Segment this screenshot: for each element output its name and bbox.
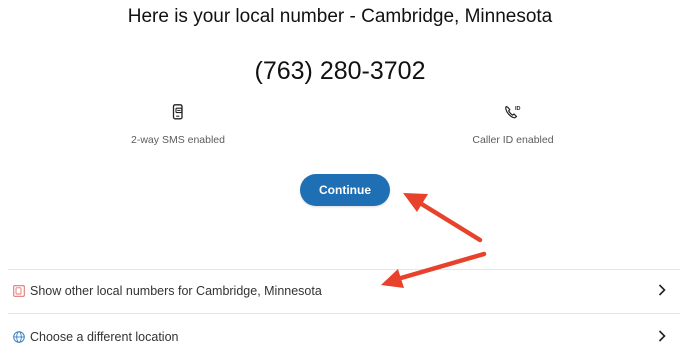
sms-phone-icon (172, 104, 183, 120)
continue-button[interactable]: Continue (300, 174, 390, 206)
feature-sms-label: 2-way SMS enabled (131, 134, 225, 146)
feature-caller-id: ID Caller ID enabled (413, 104, 613, 146)
page-title: Here is your local number - Cambridge, M… (127, 6, 553, 27)
chevron-right-icon (658, 284, 666, 296)
globe-icon (12, 330, 26, 344)
caller-id-icon-text: ID (515, 106, 521, 112)
numbers-list-icon (12, 284, 26, 298)
option-choose-location-label: Choose a different location (30, 330, 179, 344)
feature-sms: 2-way SMS enabled (78, 104, 278, 146)
divider-middle (8, 313, 680, 314)
chevron-right-icon (658, 330, 666, 342)
feature-caller-id-label: Caller ID enabled (472, 134, 554, 146)
local-phone-number: (763) 280-3702 (254, 57, 426, 85)
option-choose-location[interactable]: Choose a different location (8, 321, 680, 353)
option-show-other-numbers-label: Show other local numbers for Cambridge, … (30, 284, 322, 298)
divider-top (8, 269, 680, 270)
option-show-other-numbers[interactable]: Show other local numbers for Cambridge, … (8, 275, 680, 307)
caller-id-icon: ID (505, 105, 521, 119)
